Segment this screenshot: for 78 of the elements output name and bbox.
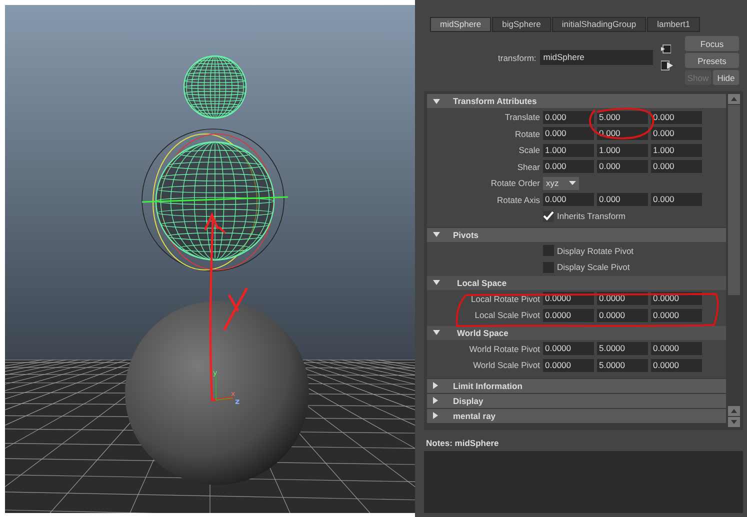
number-field[interactable]: 0.000	[543, 193, 594, 206]
number-field[interactable]: 5.0000	[597, 342, 648, 356]
scrollbar[interactable]	[728, 94, 740, 427]
wireframe-sphere[interactable]	[183, 55, 247, 119]
section-header[interactable]: Transform Attributes	[427, 94, 726, 108]
section-header[interactable]: Local Space	[427, 276, 726, 290]
checkbox[interactable]	[543, 210, 554, 222]
number-field[interactable]: 0.0000	[543, 308, 594, 322]
number-field[interactable]: 0.0000	[651, 358, 702, 372]
section-title: Limit Information	[453, 380, 522, 390]
number-field[interactable]: 0.000	[651, 110, 702, 124]
number-field[interactable]: 1.000	[543, 144, 594, 157]
checkbox[interactable]	[543, 262, 554, 273]
checkbox-label: Inherits Transform	[557, 211, 626, 222]
number-field[interactable]: 0.0000	[651, 342, 702, 356]
number-field[interactable]: 5.0000	[597, 358, 648, 372]
button[interactable]: Presets	[685, 53, 739, 68]
number-field[interactable]: 0.0000	[543, 342, 594, 356]
checkbox[interactable]	[543, 245, 554, 256]
number-field[interactable]: 5.000	[597, 110, 648, 124]
node-type-label: transform:	[498, 52, 536, 62]
number-field[interactable]: 0.0000	[651, 308, 702, 322]
attribute-label: Shear	[516, 162, 540, 172]
shaded-sphere[interactable]	[125, 301, 309, 485]
section-header[interactable]: mental ray	[427, 408, 726, 422]
attribute-label: Translate	[504, 112, 540, 122]
rotate-manipulator[interactable]	[142, 128, 284, 272]
wireframe-sphere[interactable]	[155, 141, 275, 261]
section-title: Pivots	[453, 230, 479, 240]
number-field[interactable]: 0.000	[597, 193, 648, 206]
number-field[interactable]: 1.000	[597, 144, 648, 157]
section-title: World Space	[457, 328, 508, 338]
attribute-label: Local Rotate Pivot	[470, 294, 540, 304]
section-title: mental ray	[453, 410, 496, 420]
number-field[interactable]: 0.000	[651, 127, 702, 140]
checkbox-label: Display Scale Pivot	[557, 262, 630, 272]
attribute-label: Scale	[518, 145, 540, 156]
section-title: Display	[453, 396, 484, 406]
section-title: Transform Attributes	[453, 96, 537, 106]
number-field[interactable]: 0.000	[543, 110, 594, 124]
number-field[interactable]: 0.000	[597, 160, 648, 174]
tab[interactable]: midSphere	[430, 17, 492, 32]
dropdown[interactable]: xyz	[543, 176, 579, 190]
attribute-label: World Rotate Pivot	[468, 344, 540, 354]
scroll-up-icon[interactable]	[731, 97, 737, 101]
manipulator-ring[interactable]	[142, 196, 288, 203]
section-header[interactable]: Pivots	[427, 228, 726, 242]
scroll-up-icon[interactable]	[731, 409, 737, 413]
button[interactable]: Hide	[713, 70, 739, 85]
tab[interactable]: initialShadingGroup	[552, 17, 646, 32]
node-name-field[interactable]: midSphere	[540, 50, 654, 65]
attribute-label: Rotate Order	[490, 178, 540, 188]
section-title: Local Space	[457, 278, 507, 288]
button[interactable]: Focus	[685, 36, 739, 51]
number-field[interactable]: 0.000	[651, 160, 702, 174]
scroll-down-icon[interactable]	[731, 420, 737, 424]
attribute-label: Local Scale Pivot	[474, 310, 540, 320]
notes-label: Notes: midSphere	[426, 438, 500, 448]
number-field[interactable]: 0.0000	[543, 358, 594, 372]
input-connection-icon[interactable]	[661, 44, 672, 54]
axis-gizmo-icon	[216, 376, 234, 400]
number-field[interactable]: 0.000	[651, 193, 702, 206]
output-connection-icon[interactable]	[661, 60, 674, 71]
section-header[interactable]: Display	[427, 394, 726, 408]
number-field[interactable]: 0.0000	[597, 308, 648, 322]
notes-field[interactable]	[424, 451, 743, 513]
attribute-label: Rotate	[514, 128, 540, 139]
attribute-label: Rotate Axis	[496, 194, 540, 205]
number-field[interactable]: 0.000	[543, 127, 594, 140]
number-field[interactable]: 0.000	[543, 160, 594, 174]
attribute-label: World Scale Pivot	[472, 360, 540, 370]
tab[interactable]: bigSphere	[492, 17, 551, 32]
caret-icon	[569, 181, 576, 186]
number-field[interactable]: 1.000	[651, 144, 702, 157]
checkbox-label: Display Rotate Pivot	[557, 246, 634, 256]
tab[interactable]: lambert1	[647, 17, 700, 32]
section-header[interactable]: Limit Information	[427, 378, 726, 392]
axis-label: z	[235, 397, 240, 406]
